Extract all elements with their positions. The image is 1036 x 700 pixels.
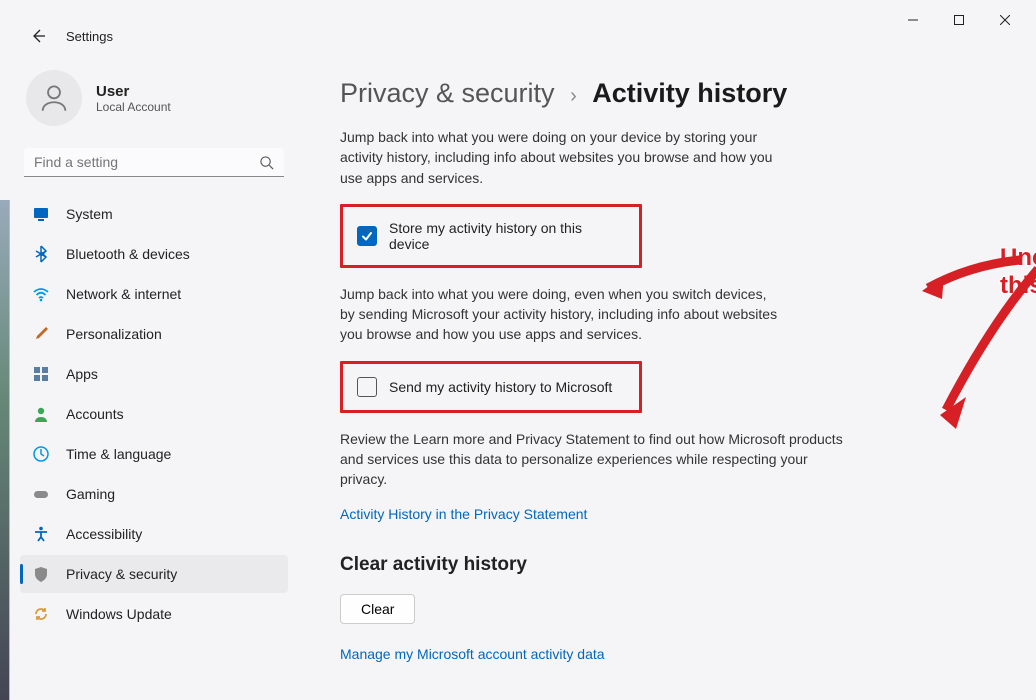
window-close-button[interactable]: [982, 5, 1028, 35]
send-activity-checkbox-row[interactable]: Send my activity history to Microsoft: [340, 361, 642, 413]
sidebar-item-accounts[interactable]: Accounts: [20, 395, 288, 433]
user-name: User: [96, 83, 171, 100]
breadcrumb-current: Activity history: [592, 78, 787, 108]
wifi-icon: [32, 285, 50, 303]
person-icon: [37, 81, 71, 115]
sidebar: User Local Account System Bluetooth & dev…: [0, 50, 300, 700]
app-title: Settings: [66, 29, 113, 44]
chevron-right-icon: ›: [570, 85, 577, 107]
search-box[interactable]: [24, 148, 284, 177]
user-account-type: Local Account: [96, 100, 171, 114]
sidebar-item-label: Apps: [66, 366, 98, 382]
privacy-statement-link[interactable]: Activity History in the Privacy Statemen…: [340, 506, 587, 522]
sidebar-item-network-internet[interactable]: Network & internet: [20, 275, 288, 313]
send-activity-checkbox[interactable]: [357, 377, 377, 397]
display-icon: [32, 205, 50, 223]
window-minimize-button[interactable]: [890, 5, 936, 35]
update-icon: [32, 605, 50, 623]
sidebar-item-bluetooth-devices[interactable]: Bluetooth & devices: [20, 235, 288, 273]
user-block[interactable]: User Local Account: [26, 70, 288, 126]
sidebar-item-accessibility[interactable]: Accessibility: [20, 515, 288, 553]
sidebar-item-privacy-security[interactable]: Privacy & security: [20, 555, 288, 593]
sidebar-item-label: Windows Update: [66, 606, 172, 622]
send-activity-label: Send my activity history to Microsoft: [389, 379, 612, 395]
sidebar-item-label: Time & language: [66, 446, 171, 462]
gamepad-icon: [32, 485, 50, 503]
annotation-text: Uncheck this: [1000, 244, 1036, 300]
avatar: [26, 70, 82, 126]
sidebar-item-system[interactable]: System: [20, 195, 288, 233]
sidebar-item-label: Accounts: [66, 406, 124, 422]
store-activity-checkbox-row[interactable]: Store my activity history on this device: [340, 204, 642, 268]
sidebar-item-label: Accessibility: [66, 526, 142, 542]
clock-globe-icon: [32, 445, 50, 463]
accessibility-icon: [32, 525, 50, 543]
sidebar-item-apps[interactable]: Apps: [20, 355, 288, 393]
app-header: Settings: [0, 26, 1036, 50]
sidebar-item-label: System: [66, 206, 113, 222]
store-activity-label: Store my activity history on this device: [389, 220, 625, 252]
breadcrumb: Privacy & security › Activity history: [340, 78, 976, 109]
search-input[interactable]: [34, 154, 259, 170]
check-icon: [360, 229, 374, 243]
apps-icon: [32, 365, 50, 383]
sidebar-item-personalization[interactable]: Personalization: [20, 315, 288, 353]
sidebar-nav: System Bluetooth & devices Network & inter…: [20, 195, 288, 633]
bluetooth-icon: [32, 245, 50, 263]
sidebar-item-label: Gaming: [66, 486, 115, 502]
main-content: Privacy & security › Activity history Ju…: [300, 50, 1036, 700]
description-review: Review the Learn more and Privacy Statem…: [340, 429, 845, 490]
person-icon: [32, 405, 50, 423]
sidebar-item-label: Network & internet: [66, 286, 181, 302]
clear-history-heading: Clear activity history: [340, 554, 976, 576]
search-icon: [259, 155, 274, 170]
clear-button[interactable]: Clear: [340, 594, 415, 624]
sidebar-item-label: Personalization: [66, 326, 162, 342]
close-icon: [1000, 15, 1010, 25]
sidebar-item-label: Privacy & security: [66, 566, 177, 582]
shield-icon: [32, 565, 50, 583]
description-store: Jump back into what you were doing on yo…: [340, 127, 785, 188]
window-maximize-button[interactable]: [936, 5, 982, 35]
minimize-icon: [908, 15, 918, 25]
sidebar-item-time-language[interactable]: Time & language: [20, 435, 288, 473]
sidebar-item-gaming[interactable]: Gaming: [20, 475, 288, 513]
breadcrumb-parent[interactable]: Privacy & security: [340, 78, 555, 108]
sidebar-item-windows-update[interactable]: Windows Update: [20, 595, 288, 633]
brush-icon: [32, 325, 50, 343]
back-button[interactable]: [28, 26, 48, 46]
back-arrow-icon: [30, 28, 46, 44]
store-activity-checkbox[interactable]: [357, 226, 377, 246]
sidebar-item-label: Bluetooth & devices: [66, 246, 190, 262]
manage-account-activity-link[interactable]: Manage my Microsoft account activity dat…: [340, 646, 605, 662]
maximize-icon: [954, 15, 964, 25]
description-send: Jump back into what you were doing, even…: [340, 284, 785, 345]
